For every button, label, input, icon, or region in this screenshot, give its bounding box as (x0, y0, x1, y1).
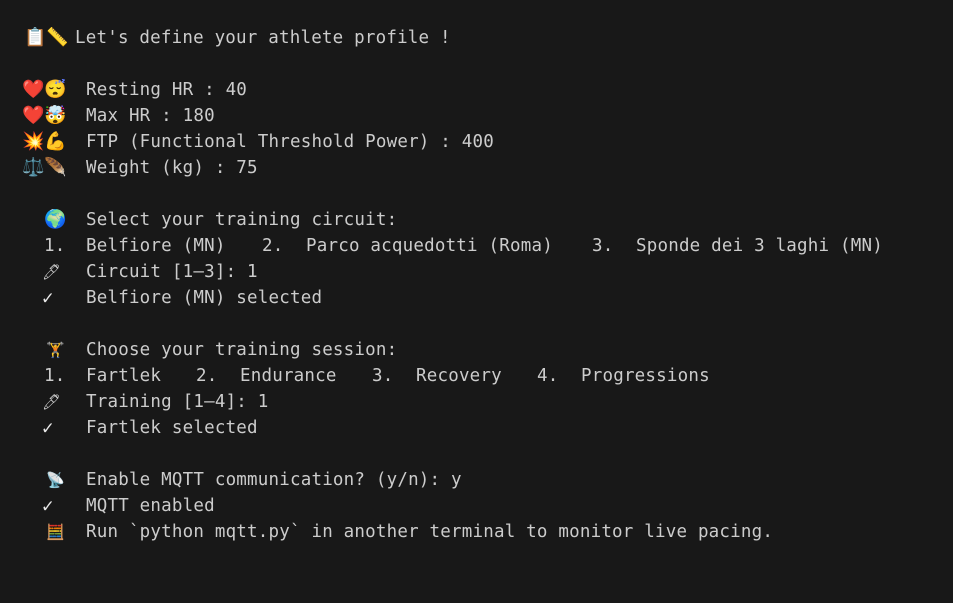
session-selected-line: ✓ Fartlek selected (0, 415, 258, 441)
profile-resting-hr: ❤️ 😴 Resting HR : 40 (0, 77, 247, 103)
option-number: 2. (262, 236, 284, 256)
session-option-4[interactable]: Progressions (581, 363, 710, 389)
session-prompt: Choose your training session: (86, 340, 398, 360)
circuit-selected-line: ✓ Belfiore (MN) selected (0, 285, 322, 311)
profile-text: Max HR : 180 (86, 106, 215, 126)
satellite-antenna-icon: 📡 (46, 471, 65, 489)
session-options-line: 1. Fartlek 2. Endurance 3. Recovery 4. P… (0, 363, 710, 389)
option-number: 3. (592, 236, 614, 256)
dumbbell-icon: 🏋 (46, 341, 65, 359)
mqtt-enabled-text: MQTT enabled (86, 496, 215, 516)
header-line: 📋 📏 Let's define your athlete profile ! (0, 25, 451, 51)
sleeping-face-icon: 😴 (44, 79, 67, 100)
mqtt-prompt[interactable]: Enable MQTT communication? (y/n): y (86, 467, 462, 493)
session-option-3[interactable]: Recovery (416, 363, 502, 389)
heart-icon: ❤️ (22, 105, 45, 126)
header-text: Let's define your athlete profile ! (75, 28, 451, 48)
feather-icon: 🪶 (44, 157, 67, 178)
profile-text: Resting HR : 40 (86, 80, 248, 100)
mqtt-run-line: 🧮 Run `python mqtt.py` in another termin… (0, 519, 773, 545)
profile-text: Weight (kg) : 75 (86, 158, 258, 178)
checkmark-icon: ✓ (42, 495, 54, 517)
flexed-biceps-icon: 💪 (44, 131, 67, 152)
session-option-1[interactable]: Fartlek (86, 363, 161, 389)
session-prompt-line: 🏋 Choose your training session: (0, 337, 397, 363)
circuit-option-1[interactable]: Belfiore (MN) (86, 233, 226, 259)
session-option-2[interactable]: Endurance (240, 363, 337, 389)
checkmark-icon: ✓ (42, 417, 54, 439)
balance-scale-icon: ⚖️ (22, 157, 45, 178)
session-input[interactable]: Training [1–4]: 1 (86, 389, 269, 415)
mqtt-prompt-line: 📡 Enable MQTT communication? (y/n): y (0, 467, 462, 493)
exploding-head-icon: 🤯 (44, 105, 67, 126)
mqtt-run-text: Run `python mqtt.py` in another terminal… (86, 522, 774, 542)
option-number: 1. (44, 236, 66, 256)
pencil-icon: 🖊 (42, 263, 62, 281)
profile-max-hr: ❤️ 🤯 Max HR : 180 (0, 103, 215, 129)
profile-text: FTP (Functional Threshold Power) : 400 (86, 132, 494, 152)
profile-ftp: 💥 💪 FTP (Functional Threshold Power) : 4… (0, 129, 494, 155)
checkmark-icon: ✓ (42, 287, 54, 309)
ruler-icon: 📏 (46, 27, 69, 48)
circuit-prompt-line: 🌍 Select your training circuit: (0, 207, 397, 233)
collision-icon: 💥 (22, 131, 45, 152)
circuit-prompt: Select your training circuit: (86, 210, 398, 230)
circuit-options-line: 1. Belfiore (MN) 2. Parco acquedotti (Ro… (0, 233, 883, 259)
session-input-line: 🖊 Training [1–4]: 1 (0, 389, 268, 415)
abacus-icon: 🧮 (46, 523, 65, 541)
circuit-selected-text: Belfiore (MN) selected (86, 288, 323, 308)
circuit-input-line: 🖊 Circuit [1–3]: 1 (0, 259, 258, 285)
profile-weight: ⚖️ 🪶 Weight (kg) : 75 (0, 155, 258, 181)
circuit-input[interactable]: Circuit [1–3]: 1 (86, 259, 258, 285)
option-number: 4. (537, 366, 559, 386)
heart-icon: ❤️ (22, 79, 45, 100)
option-number: 1. (44, 366, 66, 386)
session-selected-text: Fartlek selected (86, 418, 258, 438)
circuit-option-3[interactable]: Sponde dei 3 laghi (MN) (636, 233, 883, 259)
terminal-window[interactable]: 📋 📏 Let's define your athlete profile ! … (0, 0, 953, 603)
circuit-option-2[interactable]: Parco acquedotti (Roma) (306, 233, 553, 259)
option-number: 3. (372, 366, 394, 386)
mqtt-enabled-line: ✓ MQTT enabled (0, 493, 215, 519)
option-number: 2. (196, 366, 218, 386)
pencil-icon: 🖊 (42, 393, 62, 411)
clipboard-icon: 📋 (24, 27, 47, 48)
globe-icon: 🌍 (44, 209, 67, 230)
